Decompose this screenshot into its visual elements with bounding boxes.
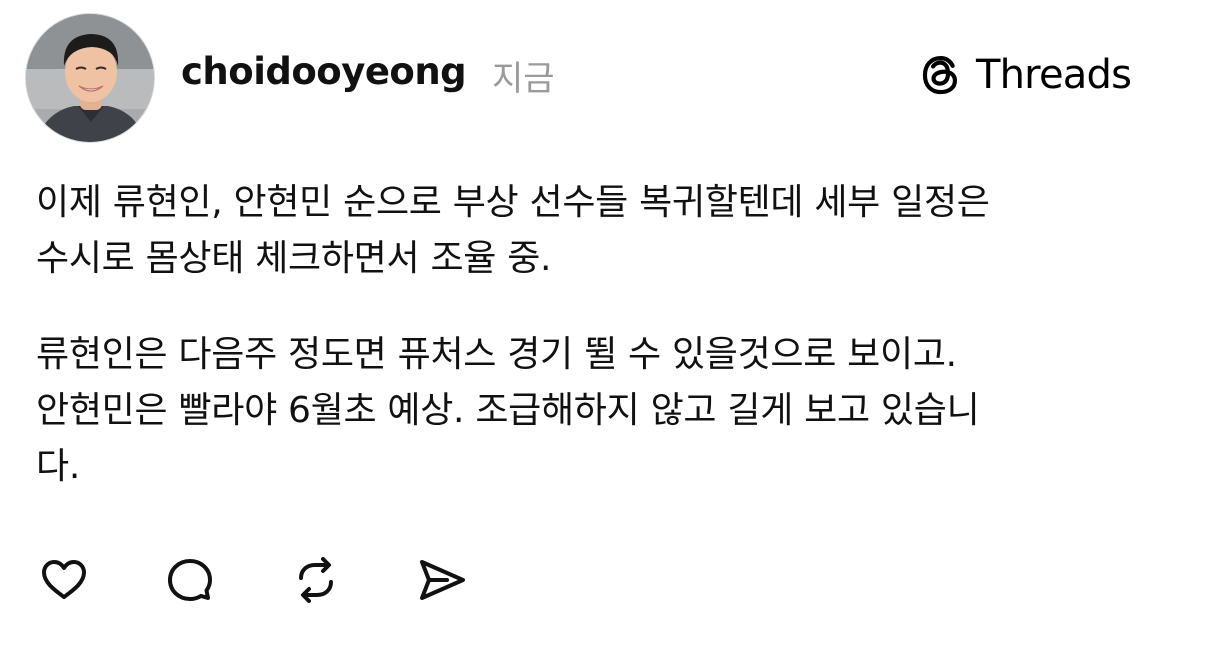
post-text-line: 수시로 몸상태 체크하면서 조율 중.: [36, 238, 552, 279]
share-icon: [420, 560, 465, 600]
comment-icon: [168, 559, 212, 601]
avatar[interactable]: [25, 13, 155, 143]
post-paragraph-2: 류현인은 다음주 정도면 퓨처스 경기 뛸 수 있을것으로 보이고. 안현민은 …: [36, 327, 1176, 495]
post-paragraph-1: 이제 류현인, 안현민 순으로 부상 선수들 복귀할텐데 세부 일정은 수시로 …: [36, 175, 1176, 287]
avatar-photo: [26, 14, 154, 142]
repost-button[interactable]: [288, 552, 344, 608]
share-button[interactable]: [414, 552, 470, 608]
post-text-line: 다.: [36, 446, 80, 487]
comment-button[interactable]: [162, 552, 218, 608]
heart-icon: [42, 560, 86, 599]
post-timestamp: 지금: [492, 59, 555, 99]
author-username[interactable]: choidooyeong: [181, 50, 467, 93]
threads-logo-icon: [922, 56, 958, 95]
like-button[interactable]: [36, 552, 92, 608]
post-text-line: 이제 류현인, 안현민 순으로 부상 선수들 복귀할텐데 세부 일정은: [36, 182, 990, 223]
post-text-line: 류현인은 다음주 정도면 퓨처스 경기 뛸 수 있을것으로 보이고.: [36, 334, 957, 375]
threads-brand-name: Threads: [976, 52, 1132, 98]
post-text-line: 안현민은 빨라야 6월초 예상. 조급해하지 않고 길게 보고 있습니: [36, 390, 980, 431]
repost-icon: [299, 557, 333, 603]
threads-brand: Threads: [916, 48, 1132, 102]
